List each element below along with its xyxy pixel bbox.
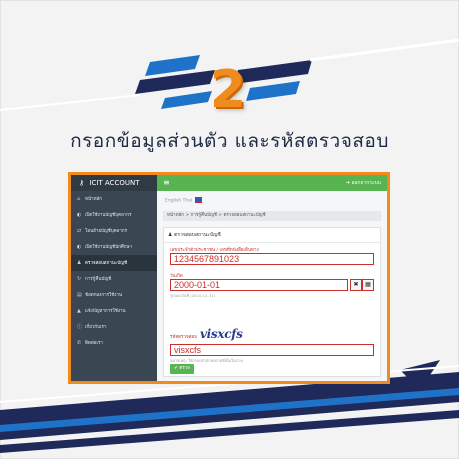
sidebar-item-recovery[interactable]: ↻ การกู้คืนบัญชี (71, 271, 157, 287)
sidebar-item-label: หน้าหลัก (85, 197, 103, 202)
sidebar-item-label: เกี่ยวกับเรา (85, 325, 107, 330)
calendar-button[interactable]: ▦ (362, 279, 374, 291)
toggle-icon: ◐ (77, 212, 82, 218)
user-key-icon: ⚷ (79, 179, 85, 187)
language-text: English Thai (165, 198, 193, 204)
form-card: ♟ ตรวจสอบสถานะบัญชี เลขประจำตัวประชาชน /… (163, 227, 381, 377)
dob-label: วันเกิด (170, 274, 183, 279)
sidebar-item-home[interactable]: ⌂ หน้าหลัก (71, 191, 157, 207)
logout-link[interactable]: ➜ ออกจากระบบ (346, 175, 381, 191)
home-icon: ⌂ (77, 196, 81, 202)
header-bar: ≡ ➜ ออกจากระบบ (157, 175, 387, 191)
stripe-white-mid (0, 94, 141, 111)
sidebar-item-contact[interactable]: ✆ ติดต่อเรา (71, 335, 157, 351)
info-icon: ⓘ (77, 324, 83, 330)
sidebar-item-label: แจ้งปัญหาการใช้งาน (85, 309, 126, 314)
dob-help: รูปแบบวันที่ (2010-12-31) (170, 293, 216, 298)
phone-icon: ✆ (77, 340, 82, 346)
warning-icon: ▲ (77, 308, 81, 314)
shuffle-icon: ⇄ (77, 228, 82, 234)
sidebar-item-label: เปิดใช้งานบัญชีบุคลากร (85, 213, 132, 218)
sidebar-item-transfer-staff[interactable]: ⇄ โอนย้ายบัญชีบุคลากร (71, 223, 157, 239)
stripe-blue-right (246, 81, 300, 101)
sidebar-item-label: ข้อตกลงการใช้งาน (85, 293, 123, 298)
app-topbar: ⚷ ICIT ACCOUNT ≡ ➜ ออกจากระบบ (71, 175, 387, 191)
logout-text: ออกจากระบบ (351, 180, 381, 186)
sidebar-item-label: โอนย้ายบัญชีบุคลากร (85, 229, 128, 234)
sidebar-item-terms[interactable]: ▤ ข้อตกลงการใช้งาน (71, 287, 157, 303)
refresh-icon: ↻ (77, 276, 82, 282)
captcha-input[interactable]: visxcfs (170, 344, 374, 356)
stripe-blue-left (145, 55, 200, 76)
sidebar-item-label: เปิดใช้งานบัญชีนักศึกษา (85, 245, 132, 250)
sidebar-item-label: ตรวจสอบสถานะบัญชี (85, 261, 128, 266)
thai-flag-icon (195, 197, 203, 203)
language-switch[interactable]: English Thai (165, 197, 203, 204)
toggle-icon: ◐ (77, 244, 82, 250)
app-screenshot: ⚷ ICIT ACCOUNT ≡ ➜ ออกจากระบบ ⌂ หน้าหลัก … (68, 172, 390, 384)
id-label: เลขประจำตัวประชาชน / เลขที่หนังสือเดินทา… (170, 248, 259, 253)
clear-date-button[interactable]: ✖ (350, 279, 362, 291)
sidebar-item-enable-staff[interactable]: ◐ เปิดใช้งานบัญชีบุคลากร (71, 207, 157, 223)
card-title: ♟ ตรวจสอบสถานะบัญชี (164, 228, 380, 243)
sidebar-item-report[interactable]: ▲ แจ้งปัญหาการใช้งาน (71, 303, 157, 319)
sidebar-item-check-status[interactable]: ♟ ตรวจสอบสถานะบัญชี (71, 255, 157, 271)
captcha-image: visxcfs (200, 327, 243, 341)
book-icon: ▤ (77, 292, 82, 298)
sidebar-item-label: การกู้คืนบัญชี (85, 277, 112, 282)
sidebar-item-enable-student[interactable]: ◐ เปิดใช้งานบัญชีนักศึกษา (71, 239, 157, 255)
id-input[interactable]: 1234567891023 (170, 253, 374, 265)
captcha-label: รหัสตรวจสอบ (170, 335, 197, 340)
dob-input[interactable]: 2000-01-01 (170, 279, 348, 291)
sidebar-item-label: ติดต่อเรา (85, 341, 103, 346)
breadcrumb: หน้าหลัก > การกู้คืนบัญชี > ตรวจสอบสถานะ… (163, 211, 381, 221)
main-content: English Thai หน้าหลัก > การกู้คืนบัญชี >… (157, 191, 387, 381)
stripe-white-top (309, 38, 459, 62)
hamburger-icon[interactable]: ≡ (163, 175, 170, 191)
headline: กรอกข้อมูลส่วนตัว และรหัสตรวจสอบ (70, 130, 389, 152)
sidebar: ⌂ หน้าหลัก ◐ เปิดใช้งานบัญชีบุคลากร ⇄ โอนย้… (71, 191, 157, 381)
sidebar-item-about[interactable]: ⓘ เกี่ยวกับเรา (71, 319, 157, 335)
brand-text: ICIT ACCOUNT (89, 179, 140, 187)
submit-button[interactable]: ✔ ตรวจ (170, 364, 194, 374)
card-title-text: ตรวจสอบสถานะบัญชี (174, 232, 221, 238)
app-brand[interactable]: ⚷ ICIT ACCOUNT (71, 175, 157, 191)
user-icon: ♟ (77, 260, 82, 266)
stripe-blue-left-2 (161, 91, 212, 109)
step-number: 2 (209, 60, 247, 120)
